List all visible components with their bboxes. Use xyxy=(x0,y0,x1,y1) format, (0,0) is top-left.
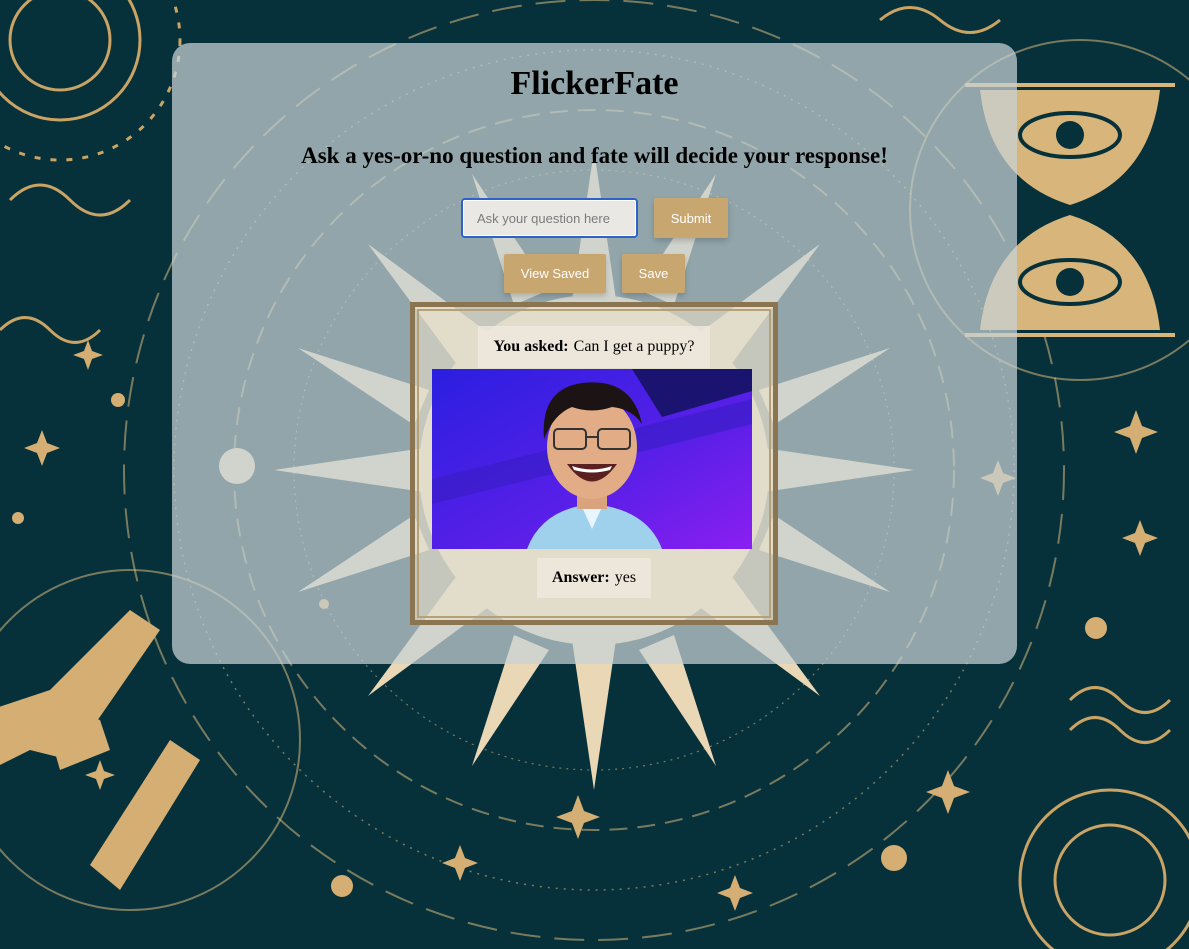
view-saved-button[interactable]: View Saved xyxy=(504,254,606,293)
answer: Answer: yes xyxy=(537,558,651,598)
asked-label: You asked: xyxy=(493,338,569,355)
question-input[interactable] xyxy=(461,198,638,238)
submit-button[interactable]: Submit xyxy=(654,198,728,238)
main-panel: FlickerFate Ask a yes-or-no question and… xyxy=(172,43,1017,664)
page-title: FlickerFate xyxy=(510,65,679,102)
page-subtitle: Ask a yes-or-no question and fate will d… xyxy=(301,143,888,168)
save-button[interactable]: Save xyxy=(622,254,685,293)
answer-text: yes xyxy=(614,569,637,586)
asked-question-text: Can I get a puppy? xyxy=(573,338,695,355)
reaction-gif xyxy=(432,369,752,549)
result-card: You asked: Can I get a puppy? Answer: ye… xyxy=(410,302,778,625)
asked-question: You asked: Can I get a puppy? xyxy=(478,326,710,368)
answer-label: Answer: xyxy=(551,569,610,586)
